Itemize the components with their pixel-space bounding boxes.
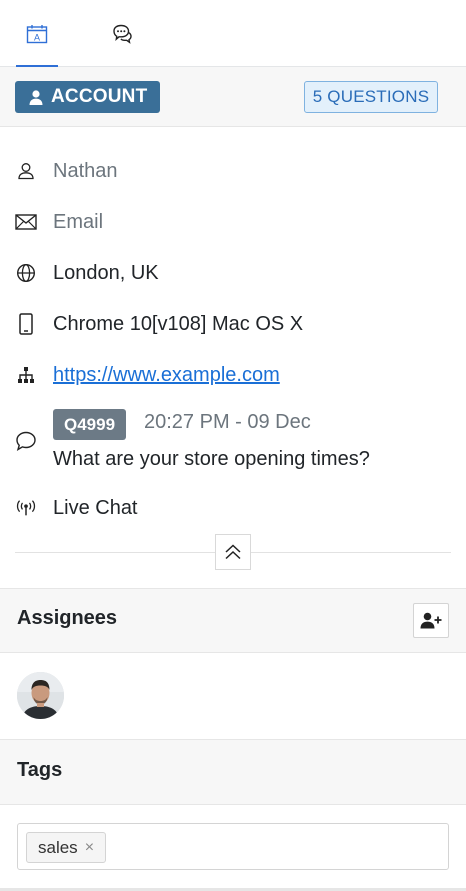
add-assignee-button[interactable] (413, 603, 449, 638)
chat-bubbles-icon (113, 24, 132, 44)
tag-label: sales (38, 837, 78, 857)
info-row-website: https://www.example.com (0, 355, 466, 395)
double-chevron-up-icon (225, 544, 241, 560)
info-row-channel: Live Chat (0, 488, 466, 528)
info-row-email: Email (0, 202, 466, 242)
speech-bubble-icon (15, 430, 37, 452)
assignees-header: Assignees (0, 588, 466, 653)
account-button-label: ACCOUNT (51, 86, 148, 107)
info-row-location: London, UK (0, 253, 466, 293)
ticket-id-badge[interactable]: Q4999 (53, 409, 127, 440)
channel-text: Live Chat (53, 496, 138, 519)
name-field[interactable]: Nathan (53, 160, 118, 183)
info-row-name: Nathan (0, 151, 466, 191)
add-user-icon (420, 612, 442, 629)
assignees-title: Assignees (17, 607, 118, 629)
tab-chat[interactable] (100, 0, 142, 67)
tags-title: Tags (17, 759, 63, 781)
calendar-a-icon: A (26, 24, 48, 43)
mobile-device-icon (15, 313, 37, 335)
user-icon (29, 89, 43, 105)
tag-chip: sales × (26, 832, 107, 863)
tab-bar: A (0, 0, 466, 68)
tags-input[interactable]: sales × (17, 823, 449, 870)
info-row-browser: Chrome 10[v108] Mac OS X (0, 304, 466, 344)
tag-remove-icon[interactable]: × (85, 839, 94, 857)
envelope-icon (15, 211, 37, 233)
tags-header: Tags (0, 739, 466, 805)
browser-text: Chrome 10[v108] Mac OS X (53, 312, 304, 335)
website-link[interactable]: https://www.example.com (53, 364, 280, 387)
svg-text:A: A (34, 32, 40, 42)
tab-details[interactable]: A (16, 0, 58, 68)
location-text: London, UK (53, 261, 159, 284)
ticket-message: What are your store opening times? (53, 448, 370, 470)
questions-badge[interactable]: 5 QUESTIONS (304, 81, 438, 113)
assignee-avatar[interactable] (17, 672, 64, 719)
globe-icon (15, 262, 37, 284)
sitemap-icon (15, 364, 37, 386)
person-icon (15, 160, 37, 182)
email-field[interactable]: Email (53, 211, 103, 234)
broadcast-icon (15, 497, 37, 519)
collapse-button[interactable] (215, 534, 251, 570)
account-button[interactable]: ACCOUNT (15, 81, 160, 113)
ticket-timestamp: 20:27 PM - 09 Dec (144, 411, 311, 433)
